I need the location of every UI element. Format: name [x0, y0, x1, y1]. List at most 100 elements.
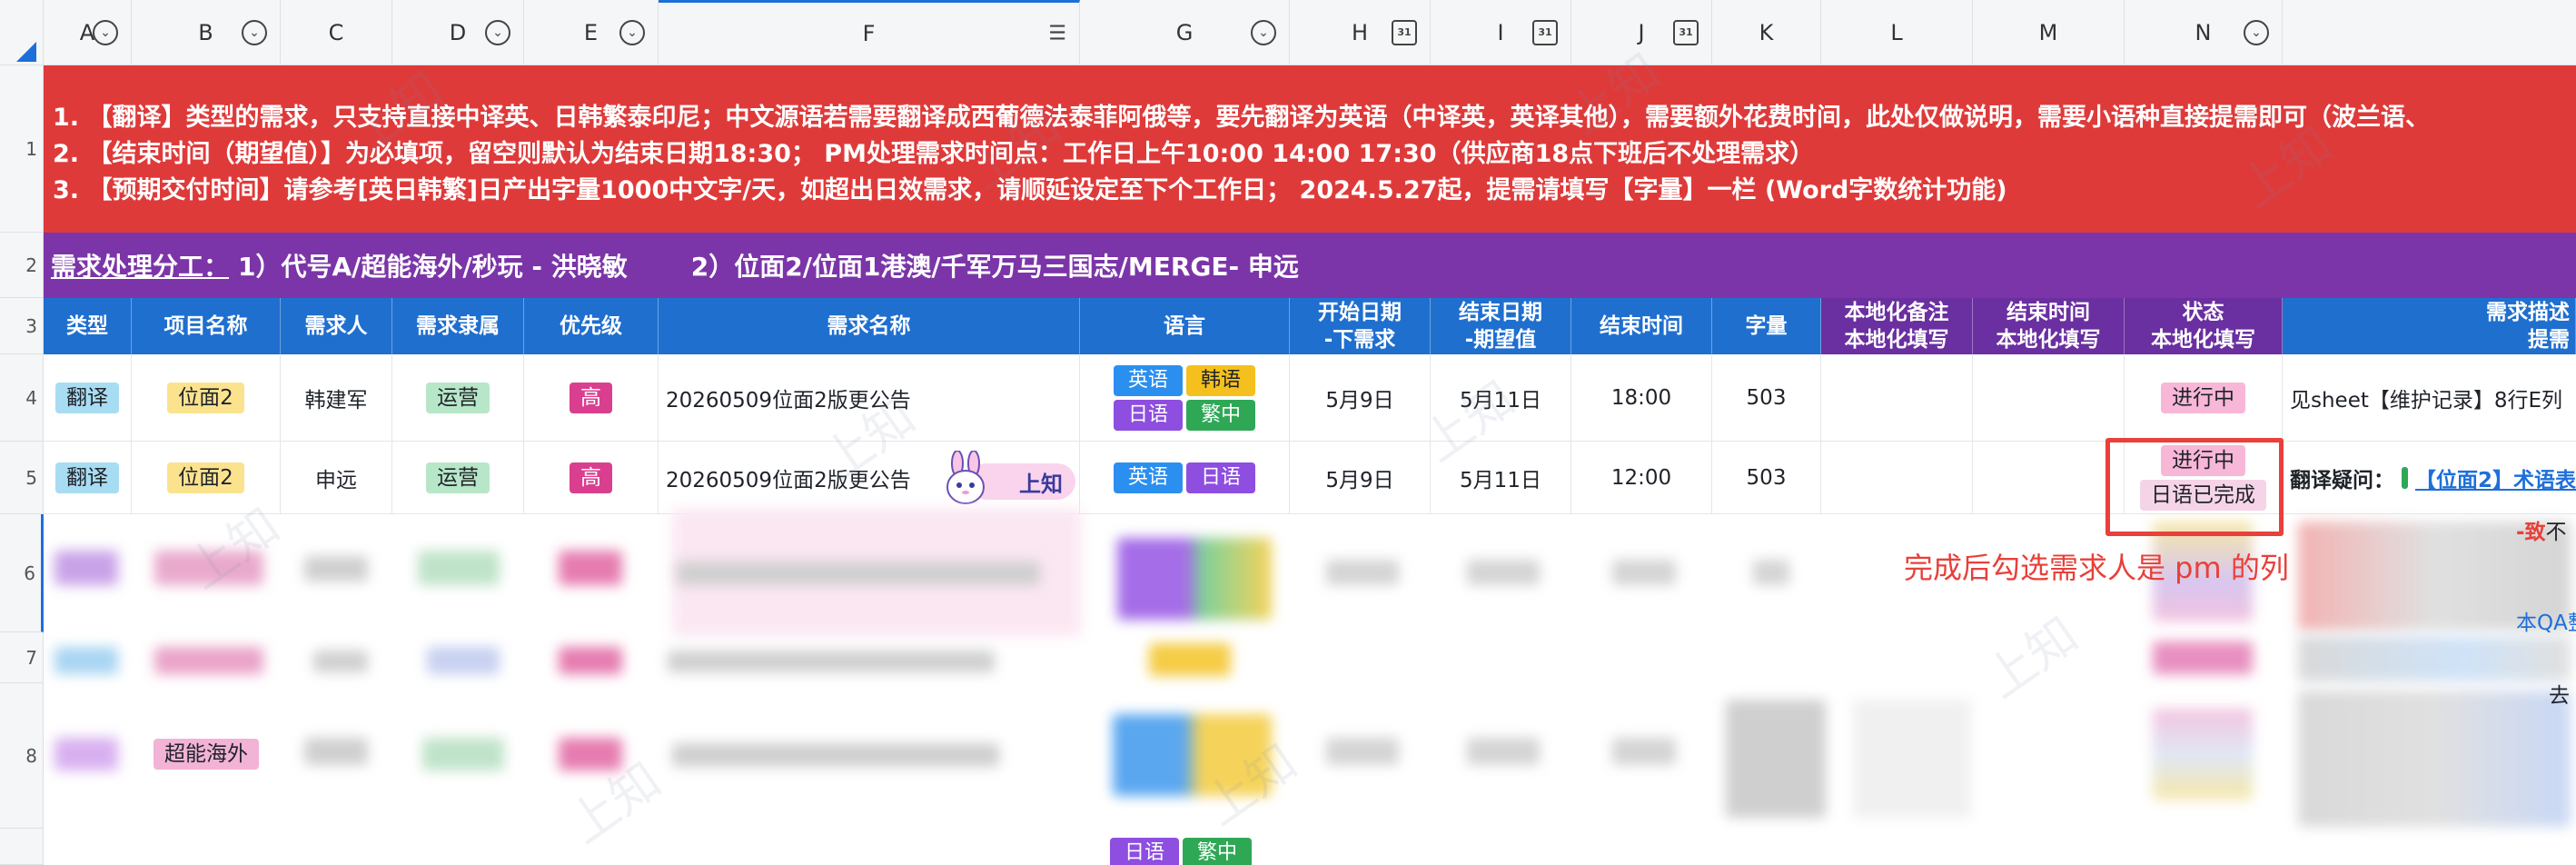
cell-description[interactable]: 翻译疑问： 【位面2】术语表 — [2283, 442, 2576, 514]
cell-dept[interactable]: 运营 — [392, 442, 524, 514]
description-fragment: 本QA整 — [2516, 611, 2576, 635]
dropdown-icon[interactable]: ⌄ — [2244, 19, 2269, 45]
cell-end-date[interactable]: 5月11日 — [1431, 354, 1571, 442]
column-header-d[interactable]: D ⌄ — [392, 0, 524, 65]
row-header[interactable] — [0, 829, 44, 865]
sticker: 上知 — [941, 451, 1077, 507]
column-header-n[interactable]: N ⌄ — [2125, 0, 2283, 65]
header-project[interactable]: 项目名称 — [132, 298, 281, 354]
row-header[interactable]: 1 — [0, 65, 44, 233]
cell-priority[interactable]: 高 — [524, 354, 659, 442]
cell-dept[interactable]: 运营 — [392, 354, 524, 442]
header-description[interactable]: 需求描述 提需 — [2283, 298, 2576, 354]
select-all-corner[interactable] — [0, 0, 44, 65]
column-header-k[interactable]: K — [1712, 0, 1821, 65]
cell-project[interactable]: 超能海外 — [132, 727, 281, 781]
language-tag: 日语 — [1186, 462, 1255, 493]
assignment-part-2: 2）位面2/位面1港澳/千军万马三国志/MERGE- 申远 — [690, 252, 1299, 282]
header-start-date[interactable]: 开始日期 -下需求 — [1290, 298, 1431, 354]
cell-loc-end-time[interactable] — [1973, 354, 2125, 442]
header-end-date[interactable]: 结束日期 -期望值 — [1431, 298, 1571, 354]
cell-end-time[interactable]: 12:00 — [1571, 442, 1712, 514]
column-header-j[interactable]: J 31 — [1571, 0, 1712, 65]
cell-requester[interactable]: 韩建军 — [281, 354, 392, 442]
cell-description[interactable]: 见sheet【维护记录】8行E列 — [2283, 354, 2576, 442]
cell-start-date[interactable]: 5月9日 — [1290, 442, 1431, 514]
cell-requester[interactable]: 申远 — [281, 442, 392, 514]
cell-language[interactable]: 英语 韩语 日语 繁中 — [1080, 354, 1290, 442]
header-requester[interactable]: 需求人 — [281, 298, 392, 354]
cell-end-time[interactable]: 18:00 — [1571, 354, 1712, 442]
column-header-e[interactable]: E ⌄ — [524, 0, 659, 65]
column-header-a[interactable]: A ⌄ — [44, 0, 132, 65]
dropdown-icon[interactable]: ⌄ — [242, 19, 267, 45]
cell-project[interactable]: 位面2 — [132, 442, 281, 514]
language-tag: 日语 — [1114, 399, 1183, 431]
dept-tag: 运营 — [426, 382, 490, 413]
column-header-g[interactable]: G ⌄ — [1080, 0, 1290, 65]
header-dept[interactable]: 需求隶属 — [392, 298, 524, 354]
row-header[interactable]: 3 — [0, 298, 44, 354]
column-header-b[interactable]: B ⌄ — [132, 0, 281, 65]
language-tag: 英语 — [1114, 364, 1183, 396]
cell-project[interactable]: 位面2 — [132, 354, 281, 442]
description-fragment: 去 — [2549, 684, 2570, 708]
dropdown-icon[interactable]: ⌄ — [1251, 19, 1276, 45]
cell-end-date[interactable]: 5月11日 — [1431, 442, 1571, 514]
instruction-line: 3. 【预期交付时间】请参考[英日韩繁]日产出字量1000中文字/天，如超出日效… — [53, 176, 2007, 204]
filter-icon[interactable]: ☰ — [1048, 23, 1066, 45]
cell-type[interactable]: 翻译 — [44, 442, 132, 514]
status-tag: 进行中 — [2161, 382, 2245, 413]
column-header-l[interactable]: L — [1821, 0, 1973, 65]
cell-word-count[interactable]: 503 — [1712, 354, 1821, 442]
row-header[interactable]: 2 — [0, 233, 44, 298]
column-header-h[interactable]: H 31 — [1290, 0, 1431, 65]
header-loc-note[interactable]: 本地化备注 本地化填写 — [1821, 298, 1973, 354]
language-tag: 英语 — [1114, 462, 1183, 493]
language-tag: 繁中 — [1186, 399, 1255, 431]
row-header[interactable]: 6 — [0, 514, 44, 632]
cell-start-date[interactable]: 5月9日 — [1290, 354, 1431, 442]
calendar-icon[interactable]: 31 — [1532, 19, 1558, 45]
cell-loc-note[interactable] — [1821, 442, 1973, 514]
cell-loc-note[interactable] — [1821, 354, 1973, 442]
calendar-icon[interactable]: 31 — [1673, 19, 1699, 45]
row-header[interactable]: 4 — [0, 354, 44, 442]
instruction-line: 2. 【结束时间（期望值）】为必填项，留空则默认为结束日期18:30； PM处理… — [53, 140, 1815, 168]
header-loc-end-time[interactable]: 结束时间 本地化填写 — [1973, 298, 2125, 354]
cell-name[interactable]: 20260509位面2版更公告 — [659, 354, 1080, 442]
project-tag: 超能海外 — [154, 739, 259, 770]
column-header-m[interactable]: M — [1973, 0, 2125, 65]
header-priority[interactable]: 优先级 — [524, 298, 659, 354]
project-tag: 位面2 — [167, 382, 244, 413]
cell-status[interactable]: 进行中 — [2125, 354, 2283, 442]
cell-priority[interactable]: 高 — [524, 442, 659, 514]
glossary-link[interactable]: 【位面2】术语表 — [2415, 462, 2576, 493]
spreadsheet: A ⌄ B ⌄ C D ⌄ E ⌄ F ☰ G ⌄ H 31 I 31 J 31 K L M N ⌄… — [0, 0, 2576, 865]
header-type[interactable]: 类型 — [44, 298, 132, 354]
header-word-count[interactable]: 字量 — [1712, 298, 1821, 354]
calendar-icon[interactable]: 31 — [1392, 19, 1417, 45]
cell-type[interactable]: 翻译 — [44, 354, 132, 442]
header-status[interactable]: 状态 本地化填写 — [2125, 298, 2283, 354]
cell-loc-end-time[interactable] — [1973, 442, 2125, 514]
cell-word-count[interactable]: 503 — [1712, 442, 1821, 514]
column-header-c[interactable]: C — [281, 0, 392, 65]
language-tag: 日语 — [1110, 838, 1179, 865]
assignment-banner[interactable]: 需求处理分工： 1）代号A/超能海外/秒玩 - 洪晓敏 2）位面2/位面1港澳/… — [44, 233, 2576, 298]
header-language[interactable]: 语言 — [1080, 298, 1290, 354]
dropdown-icon[interactable]: ⌄ — [619, 19, 645, 45]
instruction-line: 1. 【翻译】类型的需求，只支持直接中译英、日韩繁泰印尼；中文源语若需要翻译成西… — [53, 104, 2430, 132]
row-header[interactable]: 7 — [0, 632, 44, 683]
row-header[interactable]: 8 — [0, 683, 44, 829]
row-header[interactable]: 5 — [0, 442, 44, 514]
cell-language[interactable]: 英语 日语 — [1080, 442, 1290, 514]
header-end-time[interactable]: 结束时间 — [1571, 298, 1712, 354]
dropdown-icon[interactable]: ⌄ — [485, 19, 510, 45]
column-header-f[interactable]: F ☰ — [659, 0, 1080, 65]
header-name[interactable]: 需求名称 — [659, 298, 1080, 354]
column-header-i[interactable]: I 31 — [1431, 0, 1571, 65]
dropdown-icon[interactable]: ⌄ — [93, 19, 118, 45]
column-header-o[interactable] — [2283, 0, 2576, 65]
instructions-banner[interactable]: 1. 【翻译】类型的需求，只支持直接中译英、日韩繁泰印尼；中文源语若需要翻译成西… — [44, 65, 2576, 233]
